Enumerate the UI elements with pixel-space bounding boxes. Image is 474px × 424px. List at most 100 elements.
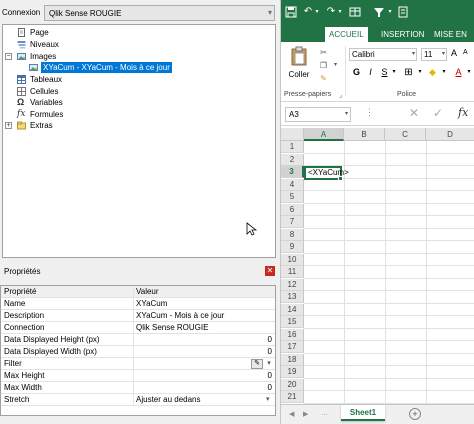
grid-line: [304, 252, 474, 254]
cell-a3[interactable]: <XYaCum>: [304, 166, 349, 180]
tab-insertion[interactable]: INSERTION: [377, 27, 428, 42]
copy-icon[interactable]: ❐: [319, 61, 328, 70]
row-header[interactable]: 16: [281, 328, 304, 341]
property-row-data-displayed-height[interactable]: Data Displayed Height (px) 0: [1, 334, 275, 346]
property-row-max-width[interactable]: Max Width 0: [1, 382, 275, 394]
spreadsheet-grid[interactable]: A B C D <XYaCum> 1 2 3 4 5 6 7 8 9 10 11 12 13 14 15 16…: [281, 128, 474, 416]
property-value[interactable]: XYaCum: [136, 298, 167, 309]
paste-button[interactable]: Coller: [287, 46, 311, 82]
expand-icon[interactable]: +: [5, 122, 12, 129]
row-header[interactable]: 3: [281, 166, 304, 178]
save-icon[interactable]: [285, 5, 297, 19]
file-tab[interactable]: [285, 27, 291, 42]
tab-accueil[interactable]: ACCUEIL: [325, 27, 368, 42]
row-header[interactable]: 1: [281, 141, 304, 153]
property-value[interactable]: Qlik Sense ROUGIE: [136, 322, 208, 333]
close-icon[interactable]: ✕: [265, 266, 275, 276]
property-value[interactable]: 0: [268, 370, 272, 381]
property-row-name[interactable]: Name XYaCum: [1, 298, 275, 310]
chevron-down-icon[interactable]: ▾: [387, 5, 393, 19]
check-icon[interactable]: ✓: [433, 106, 443, 120]
scroll-right-icon[interactable]: ▶: [303, 410, 308, 418]
select-all-corner[interactable]: [281, 128, 304, 141]
format-painter-icon[interactable]: ✎: [319, 74, 328, 83]
chevron-down-icon[interactable]: ▾: [441, 66, 447, 79]
edit-filter-icon[interactable]: ✎: [251, 359, 263, 369]
row-header[interactable]: 8: [281, 228, 304, 241]
column-header-d[interactable]: D: [426, 128, 474, 141]
collapse-icon[interactable]: −: [5, 53, 12, 60]
property-value[interactable]: XYaCum - Mois à ce jour: [136, 310, 224, 321]
property-value[interactable]: 0: [268, 346, 272, 357]
sheet-icon[interactable]: [397, 5, 409, 19]
row-header[interactable]: 9: [281, 241, 304, 253]
row-header[interactable]: 14: [281, 303, 304, 316]
underline-button[interactable]: S: [379, 66, 390, 79]
column-header-b[interactable]: B: [344, 128, 385, 141]
row-header[interactable]: 15: [281, 316, 304, 328]
font-size-select[interactable]: 11 ▾: [421, 48, 447, 61]
more-icon[interactable]: ⋮: [365, 107, 374, 118]
row-header[interactable]: 10: [281, 253, 304, 266]
row-header[interactable]: 19: [281, 366, 304, 378]
property-row-connection[interactable]: Connection Qlik Sense ROUGIE: [1, 322, 275, 334]
borders-icon[interactable]: ⊞: [403, 66, 414, 79]
column-header-c[interactable]: C: [385, 128, 426, 141]
table-icon[interactable]: [349, 5, 361, 19]
cancel-icon[interactable]: ✕: [409, 106, 419, 120]
property-value[interactable]: 0: [268, 334, 272, 345]
chevron-down-icon[interactable]: ▾: [417, 66, 423, 79]
undo-icon[interactable]: ↶: [303, 5, 313, 19]
font-name-select[interactable]: Calibri ▾: [349, 48, 417, 61]
increase-font-button[interactable]: A: [451, 48, 457, 58]
tab-mise-en-page[interactable]: MISE EN PA: [430, 27, 474, 54]
bold-button[interactable]: G: [351, 66, 362, 79]
font-group-label: Police: [397, 91, 417, 98]
row-header[interactable]: 7: [281, 216, 304, 228]
dialog-launcher-icon[interactable]: ⌟: [339, 91, 342, 99]
property-value[interactable]: Ajuster au dedans: [136, 394, 201, 405]
chevron-down-icon[interactable]: ▾: [391, 66, 397, 79]
chevron-down-icon[interactable]: ▾: [265, 359, 273, 369]
row-header[interactable]: 17: [281, 341, 304, 353]
row-header[interactable]: 11: [281, 266, 304, 278]
row-header[interactable]: 21: [281, 391, 304, 403]
more-icon[interactable]: …: [321, 410, 328, 417]
column-header-a[interactable]: A: [304, 128, 344, 141]
scroll-left-icon[interactable]: ◀: [289, 410, 294, 418]
property-row-description[interactable]: Description XYaCum - Mois à ce jour: [1, 310, 275, 322]
row-header[interactable]: 6: [281, 203, 304, 216]
insert-function-button[interactable]: fx: [458, 106, 468, 119]
property-name: Filter: [4, 359, 22, 368]
fill-color-icon[interactable]: ◆: [427, 66, 438, 79]
name-box[interactable]: A3 ▾: [285, 107, 351, 122]
chevron-down-icon[interactable]: ▾: [331, 61, 340, 70]
row-header[interactable]: 13: [281, 291, 304, 303]
chevron-down-icon[interactable]: ▾: [314, 5, 320, 19]
property-row-max-height[interactable]: Max Height 0: [1, 370, 275, 382]
add-sheet-icon[interactable]: +: [409, 408, 421, 420]
decrease-font-button[interactable]: A: [463, 49, 468, 56]
font-color-icon[interactable]: A: [453, 66, 464, 79]
sheet-tab[interactable]: Sheet1: [341, 405, 385, 421]
chevron-down-icon[interactable]: ▾: [337, 5, 343, 19]
chevron-down-icon[interactable]: ▾: [266, 394, 270, 405]
cut-icon[interactable]: ✂: [319, 48, 328, 57]
property-value[interactable]: 0: [268, 382, 272, 393]
property-row-data-displayed-width[interactable]: Data Displayed Width (px) 0: [1, 346, 275, 358]
property-row-filter[interactable]: Filter ✎ ▾: [1, 358, 275, 370]
row-header[interactable]: 2: [281, 153, 304, 166]
redo-icon[interactable]: ↷: [326, 5, 336, 19]
property-row-stretch[interactable]: Stretch Ajuster au dedans ▾: [1, 394, 275, 406]
chevron-down-icon[interactable]: ▾: [466, 66, 472, 79]
connection-select[interactable]: Qlik Sense ROUGIE ▾: [44, 5, 275, 21]
row-header[interactable]: 18: [281, 353, 304, 366]
italic-button[interactable]: I: [365, 66, 376, 79]
filter-icon[interactable]: [373, 5, 385, 19]
row-header[interactable]: 4: [281, 178, 304, 191]
row-header[interactable]: 20: [281, 378, 304, 391]
fill-handle[interactable]: [338, 176, 343, 181]
row-header[interactable]: 12: [281, 278, 304, 291]
property-name: Connection: [4, 323, 45, 332]
row-header[interactable]: 5: [281, 191, 304, 203]
